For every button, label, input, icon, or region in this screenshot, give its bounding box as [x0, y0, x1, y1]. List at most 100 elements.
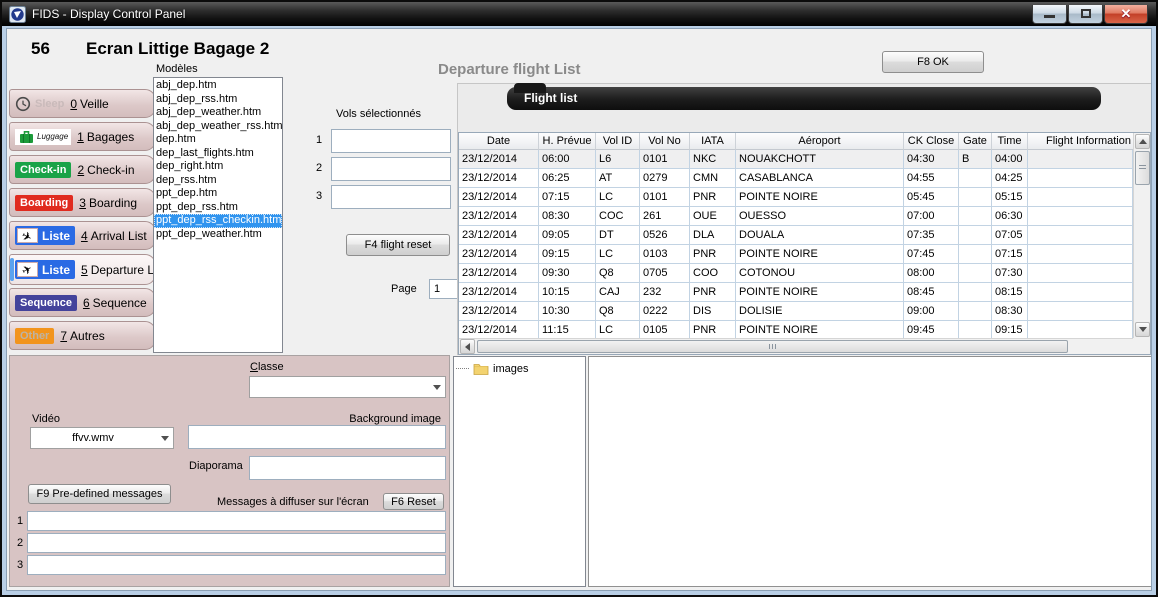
column-header-a-roport[interactable]: Aéroport [736, 133, 904, 150]
f9-predefined-messages-button[interactable]: F9 Pre-defined messages [28, 484, 171, 504]
table-cell: COO [690, 264, 736, 283]
minimize-icon [1044, 15, 1055, 18]
model-list-item[interactable]: dep_right.htm [154, 160, 282, 174]
sidebar-item-boarding[interactable]: Boarding3Boarding [9, 188, 156, 217]
minimize-button[interactable] [1032, 5, 1067, 24]
column-header-vol-id[interactable]: Vol ID [596, 133, 640, 150]
table-row[interactable]: 23/12/201409:05DT0526DLADOUALA07:3507:05 [459, 226, 1133, 245]
model-list-item[interactable]: dep_last_flights.htm [154, 147, 282, 161]
sidebar-item-check-in[interactable]: Check-in2Check-in [9, 155, 156, 184]
flight-slot-3-label: 3 [316, 190, 322, 202]
table-cell: DIS [690, 302, 736, 321]
scroll-left-button[interactable] [460, 339, 475, 354]
classe-label: Classe [250, 361, 284, 373]
sidebar-item-label: 0Veille [70, 97, 108, 111]
sidebar-item-bagages[interactable]: Luggage1Bagages [9, 122, 156, 151]
f6-reset-button[interactable]: F6 Reset [383, 493, 444, 510]
message-2-label: 2 [17, 537, 23, 549]
table-cell: 23/12/2014 [459, 321, 539, 338]
page-title: Ecran Littige Bagage 2 [86, 39, 269, 59]
sidebar-item-departure-list[interactable]: ✈Liste5Departure List [9, 254, 156, 285]
column-header-ck-close[interactable]: CK Close [904, 133, 959, 150]
classe-value [250, 377, 427, 397]
horizontal-scroll-thumb[interactable] [477, 340, 1068, 353]
table-row[interactable]: 23/12/201406:25AT0279CMNCASABLANCA04:550… [459, 169, 1133, 188]
f8-ok-button[interactable]: F8 OK [882, 51, 984, 73]
column-header-vol-no[interactable]: Vol No [640, 133, 690, 150]
table-cell: OUESSO [736, 207, 904, 226]
close-button[interactable]: ✕ [1104, 5, 1148, 24]
column-header-time[interactable]: Time [992, 133, 1028, 150]
message-3-input[interactable] [27, 555, 446, 575]
vertical-scroll-thumb[interactable] [1135, 151, 1150, 185]
sidebar-item-autres[interactable]: Other7Autres [9, 321, 156, 350]
table-cell [1028, 150, 1133, 169]
models-listbox[interactable]: abj_dep.htmabj_dep_rss.htmabj_dep_weathe… [153, 77, 283, 353]
classe-dropdown[interactable] [249, 376, 446, 398]
table-cell: 23/12/2014 [459, 226, 539, 245]
window-frame: 56 Ecran Littige Bagage 2 Departure flig… [2, 26, 1156, 595]
liste-badge-label: Liste [42, 229, 70, 243]
model-list-item[interactable]: ppt_dep.htm [154, 187, 282, 201]
model-list-item[interactable]: abj_dep.htm [154, 79, 282, 93]
model-list-item[interactable]: abj_dep_weather_rss.htm [154, 120, 282, 134]
table-cell: 08:00 [904, 264, 959, 283]
diaporama-label: Diaporama [189, 460, 243, 472]
accelerator-key: 2 [77, 163, 84, 177]
maximize-icon [1081, 9, 1091, 18]
model-list-item[interactable]: dep.htm [154, 133, 282, 147]
column-header-date[interactable]: Date [459, 133, 539, 150]
background-image-input[interactable] [188, 425, 446, 449]
sidebar-item-label: 6Sequence [83, 296, 147, 310]
table-row[interactable]: 23/12/201406:00L60101NKCNOUAKCHOTT04:30B… [459, 150, 1133, 169]
sidebar-item-veille[interactable]: Sleep0Veille [9, 89, 156, 118]
column-header-flight-information[interactable]: Flight Information [1028, 133, 1150, 150]
column-header-iata[interactable]: IATA [690, 133, 736, 150]
page-label: Page [391, 283, 417, 295]
display-options-panel: Classe Vidéo ffvv.wmv Background image D… [9, 355, 450, 587]
model-list-item[interactable]: ppt_dep_rss.htm [154, 201, 282, 215]
maximize-button[interactable] [1068, 5, 1103, 24]
f4-flight-reset-button[interactable]: F4 flight reset [346, 234, 450, 256]
model-list-item[interactable]: ppt_dep_rss_checkin.htm [154, 214, 282, 228]
video-dropdown[interactable]: ffvv.wmv [30, 427, 174, 449]
table-row[interactable]: 23/12/201407:15LC0101PNRPOINTE NOIRE05:4… [459, 188, 1133, 207]
column-header-h-pr-vue[interactable]: H. Prévue [539, 133, 596, 150]
message-1-input[interactable] [27, 511, 446, 531]
flight-slot-1-input[interactable] [331, 129, 451, 153]
flight-slot-2-input[interactable] [331, 157, 451, 181]
screen-number: 56 [31, 39, 50, 59]
vertical-scrollbar[interactable] [1133, 133, 1150, 338]
image-folder-tree: images [453, 356, 586, 587]
flight-slot-3-input[interactable] [331, 185, 451, 209]
luggage-badge-label: Luggage [37, 132, 68, 141]
sidebar-item-sequence[interactable]: Sequence6Sequence [9, 288, 156, 317]
message-2-input[interactable] [27, 533, 446, 553]
table-row[interactable]: 23/12/201409:15LC0103PNRPOINTE NOIRE07:4… [459, 245, 1133, 264]
tree-item-images[interactable]: images [454, 357, 585, 375]
scroll-up-button[interactable] [1135, 134, 1150, 149]
diaporama-input[interactable] [249, 456, 446, 480]
table-row[interactable]: 23/12/201411:15LC0105PNRPOINTE NOIRE09:4… [459, 321, 1133, 338]
table-cell [959, 283, 992, 302]
model-list-item[interactable]: abj_dep_rss.htm [154, 93, 282, 107]
model-list-item[interactable]: dep_rss.htm [154, 174, 282, 188]
table-cell: 261 [640, 207, 690, 226]
model-list-item[interactable]: abj_dep_weather.htm [154, 106, 282, 120]
horizontal-scrollbar[interactable] [459, 338, 1150, 354]
scroll-down-button[interactable] [1135, 322, 1150, 337]
column-header-gate[interactable]: Gate [959, 133, 992, 150]
table-row[interactable]: 23/12/201410:15CAJ232PNRPOINTE NOIRE08:4… [459, 283, 1133, 302]
table-row[interactable]: 23/12/201410:30Q80222DISDOLISIE09:0008:3… [459, 302, 1133, 321]
video-label: Vidéo [32, 413, 60, 425]
table-row[interactable]: 23/12/201409:30Q80705COOCOTONOU08:0007:3… [459, 264, 1133, 283]
flight-table-header[interactable]: DateH. PrévueVol IDVol NoIATAAéroportCK … [459, 133, 1150, 150]
table-cell: 08:30 [992, 302, 1028, 321]
arrow-left-icon [465, 343, 470, 351]
scrollbar-corner [1133, 338, 1150, 354]
sidebar-item-arrival-list[interactable]: ✈Liste4Arrival List [9, 221, 156, 250]
table-cell: DOLISIE [736, 302, 904, 321]
model-list-item[interactable]: ppt_dep_weather.htm [154, 228, 282, 242]
table-cell [959, 245, 992, 264]
table-row[interactable]: 23/12/201408:30COC261OUEOUESSO07:0006:30 [459, 207, 1133, 226]
